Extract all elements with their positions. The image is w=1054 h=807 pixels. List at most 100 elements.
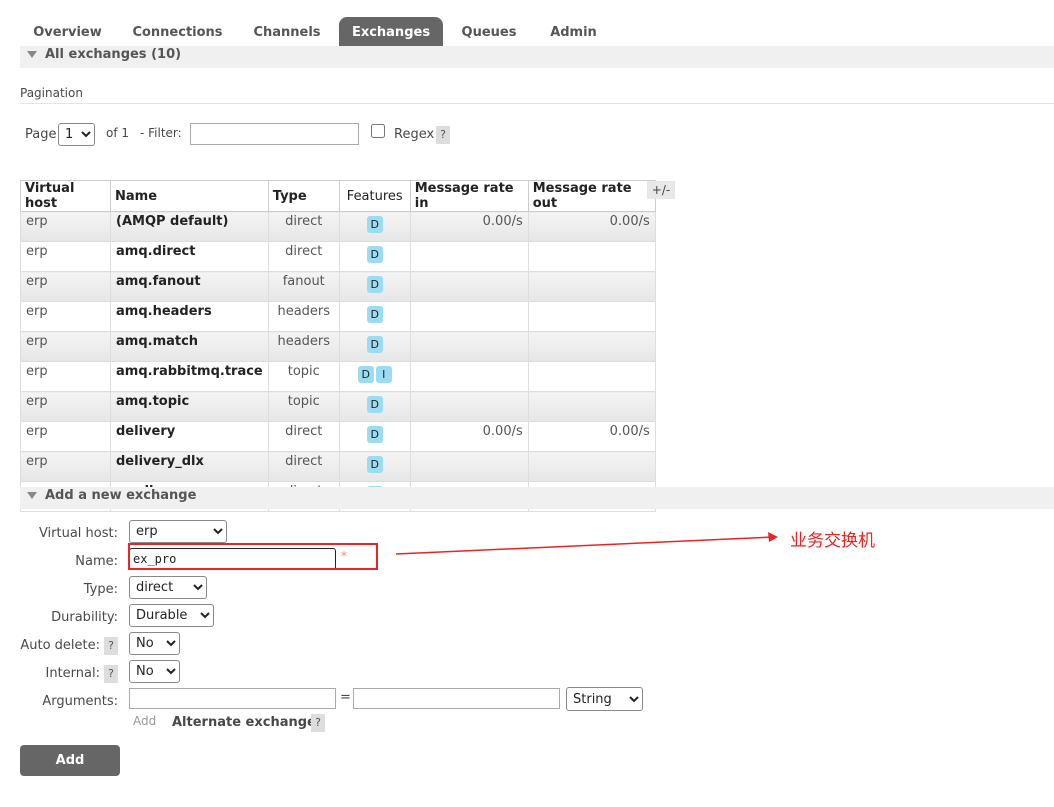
table-header-row: Virtual host Name Type Features Message … (20, 180, 656, 212)
cell-rate-out (527, 391, 656, 422)
table-row: erp amq.match headers D (20, 331, 656, 362)
cell-type: direct (267, 421, 340, 452)
col-name[interactable]: Name (110, 180, 269, 212)
cell-rate-in (409, 361, 529, 392)
table-row: erp amq.topic topic D (20, 391, 656, 422)
auto-delete-select[interactable]: No (129, 632, 180, 655)
durability-select[interactable]: Durable (129, 604, 214, 627)
argument-equals: = (340, 690, 351, 705)
cell-virtual-host: erp (20, 271, 111, 302)
page-label: Page (25, 127, 57, 142)
table-row: erp delivery direct D 0.00/s 0.00/s (20, 421, 656, 452)
col-rate-out[interactable]: Message rate out (527, 180, 656, 212)
page-of-label: of 1 (106, 126, 130, 140)
argument-key-input[interactable] (129, 688, 336, 709)
add-argument-link[interactable]: Add (133, 714, 156, 728)
cell-rate-in (409, 391, 529, 422)
cell-rate-out: 0.00/s (527, 211, 656, 242)
cell-name[interactable]: amq.topic (110, 391, 269, 422)
vhost-select[interactable]: erp (129, 520, 227, 543)
cell-rate-in (409, 241, 529, 272)
cell-features: DI (338, 361, 411, 392)
cell-name[interactable]: amq.fanout (110, 271, 269, 302)
filter-input[interactable] (190, 123, 359, 145)
durable-badge: D (366, 426, 383, 443)
pagination-label: Pagination (20, 86, 83, 100)
page-select[interactable]: 1 (58, 123, 95, 146)
tab-channels[interactable]: Channels (242, 17, 332, 48)
collapse-triangle-icon (27, 51, 37, 58)
cell-rate-in (409, 271, 529, 302)
tab-exchanges[interactable]: Exchanges (339, 17, 443, 48)
cell-type: direct (267, 451, 340, 482)
regex-label: Regex (394, 127, 435, 142)
argument-type-select[interactable]: String (566, 687, 643, 711)
name-label: Name: (75, 554, 118, 569)
cell-type: direct (267, 241, 340, 272)
table-row: erp amq.fanout fanout D (20, 271, 656, 302)
cell-name[interactable]: amq.direct (110, 241, 269, 272)
annotation-text: 业务交换机 (790, 531, 875, 551)
col-features: Features (338, 180, 411, 212)
tab-admin[interactable]: Admin (535, 17, 612, 48)
cell-name[interactable]: amq.match (110, 331, 269, 362)
table-row: erp amq.rabbitmq.trace topic D I (20, 361, 656, 392)
section-title: Add a new exchange (45, 488, 197, 503)
tab-overview[interactable]: Overview (20, 17, 115, 48)
cell-rate-in (409, 331, 529, 362)
cell-rate-in: 0.00/s (409, 421, 529, 452)
cell-rate-in: 0.00/s (409, 211, 529, 242)
auto-delete-help-icon[interactable]: ? (104, 637, 118, 655)
cell-features: D (338, 421, 411, 452)
collapse-triangle-icon (27, 492, 37, 499)
regex-help-icon[interactable]: ? (436, 126, 450, 144)
durable-badge: D (366, 276, 383, 293)
cell-virtual-host: erp (20, 301, 111, 332)
tab-connections[interactable]: Connections (120, 17, 235, 48)
col-rate-in[interactable]: Message rate in (409, 180, 529, 212)
alternate-exchange-link[interactable]: Alternate exchange (172, 715, 316, 730)
cell-name[interactable]: amq.headers (110, 301, 269, 332)
cell-rate-out (527, 331, 656, 362)
table-row: erp delivery_dlx direct D (20, 451, 656, 482)
toggle-columns-button[interactable]: +/- (647, 181, 675, 199)
type-label: Type: (83, 582, 118, 597)
annotation-arrow-icon (395, 532, 778, 555)
cell-name[interactable]: amq.rabbitmq.trace (110, 361, 269, 392)
durable-badge: D (366, 456, 383, 473)
tab-queues[interactable]: Queues (450, 17, 528, 48)
cell-features: D (338, 301, 411, 332)
cell-name[interactable]: delivery_dlx (110, 451, 269, 482)
cell-type: fanout (267, 271, 340, 302)
exchanges-table: Virtual host Name Type Features Message … (20, 180, 656, 512)
divider (20, 103, 1054, 104)
cell-virtual-host: erp (20, 361, 111, 392)
cell-rate-out: 0.00/s (527, 421, 656, 452)
durable-badge: D (357, 366, 374, 383)
add-exchange-header[interactable]: Add a new exchange (20, 487, 1054, 509)
alternate-exchange-help-icon[interactable]: ? (311, 714, 325, 732)
cell-name[interactable]: (AMQP default) (110, 211, 269, 242)
durable-badge: D (366, 246, 383, 263)
cell-rate-out (527, 451, 656, 482)
add-exchange-button[interactable]: Add exchange (20, 745, 120, 799)
internal-badge: I (375, 366, 392, 383)
cell-rate-out (527, 361, 656, 392)
col-virtual-host[interactable]: Virtual host (20, 180, 111, 212)
section-title: All exchanges (10) (45, 47, 182, 62)
internal-select[interactable]: No (129, 660, 180, 683)
cell-features: D (338, 211, 411, 242)
cell-virtual-host: erp (20, 331, 111, 362)
col-type[interactable]: Type (267, 180, 340, 212)
durable-badge: D (366, 336, 383, 353)
cell-features: D (338, 241, 411, 272)
filter-label: - Filter: (140, 126, 182, 140)
all-exchanges-header[interactable]: All exchanges (10) (20, 46, 1054, 68)
cell-name[interactable]: delivery (110, 421, 269, 452)
argument-value-input[interactable] (353, 688, 560, 709)
internal-help-icon[interactable]: ? (104, 665, 118, 683)
cell-features: D (338, 451, 411, 482)
type-select[interactable]: direct (129, 576, 207, 599)
cell-virtual-host: erp (20, 241, 111, 272)
regex-checkbox[interactable] (371, 124, 385, 138)
